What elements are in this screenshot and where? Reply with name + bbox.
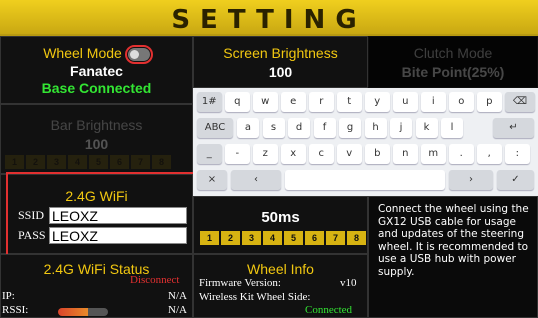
firmware-value: v10	[340, 277, 357, 289]
key-n[interactable]: n	[393, 144, 418, 164]
bar-brightness-value: 100	[84, 136, 109, 152]
wheel-info-title: Wheel Info	[247, 261, 314, 277]
cursor-left-key[interactable]: ‹	[231, 170, 281, 190]
base-status: Base Connected	[41, 80, 152, 96]
key-c[interactable]: c	[309, 144, 334, 164]
confirm-key[interactable]: ✓	[497, 170, 534, 190]
delay-step-5[interactable]: 5	[284, 231, 303, 245]
delay-steps[interactable]: 123456789	[200, 231, 387, 245]
key-dash[interactable]: -	[225, 144, 250, 164]
key-y[interactable]: y	[365, 92, 390, 112]
symbols-key[interactable]: 1#	[197, 92, 222, 112]
firmware-label: Firmware Version:	[199, 277, 281, 289]
wifi-status-state: Disconnect	[130, 274, 180, 286]
bar-brightness-step-7[interactable]: 7	[131, 155, 150, 169]
key-b[interactable]: b	[365, 144, 390, 164]
key-o[interactable]: o	[449, 92, 474, 112]
key-t[interactable]: t	[337, 92, 362, 112]
delay-panel[interactable]: 50ms 123456789	[193, 196, 387, 254]
key-comma[interactable]: ,	[477, 144, 502, 164]
key-e[interactable]: e	[281, 92, 306, 112]
wheel-mode-toggle[interactable]	[124, 44, 153, 64]
wheel-mode-panel[interactable]: Wheel Mode Fanatec Base Connected	[0, 36, 193, 104]
delay-step-6[interactable]: 6	[305, 231, 324, 245]
rssi-label: RSSI:	[2, 304, 29, 316]
key-z[interactable]: z	[253, 144, 278, 164]
key-f[interactable]: f	[313, 118, 336, 138]
key-a[interactable]: a	[237, 118, 259, 138]
delay-step-7[interactable]: 7	[326, 231, 345, 245]
delay-step-8[interactable]: 8	[347, 231, 366, 245]
page-title: SETTING	[171, 5, 367, 35]
key-period[interactable]: .	[449, 144, 474, 164]
clutch-mode-label: Clutch Mode	[413, 45, 493, 61]
key-l[interactable]: l	[441, 118, 463, 138]
close-keyboard-key[interactable]: ×	[197, 170, 227, 190]
bar-brightness-step-6[interactable]: 6	[110, 155, 129, 169]
info-text: Connect the wheel using the GX12 USB cab…	[378, 203, 529, 278]
key-h[interactable]: h	[364, 118, 387, 138]
key-p[interactable]: p	[477, 92, 502, 112]
key-d[interactable]: d	[288, 118, 310, 138]
bar-brightness-step-2[interactable]: 2	[26, 155, 45, 169]
cursor-right-key[interactable]: ›	[449, 170, 493, 190]
key-colon[interactable]: :	[505, 144, 530, 164]
delay-value: 50ms	[261, 209, 300, 226]
key-k[interactable]: k	[415, 118, 438, 138]
key-underscore[interactable]: _	[197, 144, 222, 164]
bar-brightness-steps[interactable]: 12345678	[5, 155, 171, 169]
rssi-value: N/A	[168, 304, 187, 316]
bar-brightness-panel[interactable]: Bar Brightness 100 12345678	[0, 104, 193, 174]
backspace-key[interactable]: ⌫	[505, 92, 535, 112]
enter-key[interactable]: ↵	[493, 118, 534, 138]
wheel-mode-value: Fanatec	[70, 63, 123, 79]
key-u[interactable]: u	[393, 92, 418, 112]
screen-brightness-label: Screen Brightness	[223, 45, 338, 61]
rssi-meter	[58, 308, 108, 316]
ip-value: N/A	[168, 290, 187, 302]
bar-brightness-step-8[interactable]: 8	[152, 155, 171, 169]
key-x[interactable]: x	[281, 144, 306, 164]
key-w[interactable]: w	[253, 92, 278, 112]
key-g[interactable]: g	[339, 118, 361, 138]
wheel-mode-label: Wheel Mode	[43, 45, 122, 61]
delay-step-4[interactable]: 4	[263, 231, 282, 245]
wheel-side-value: Connected	[305, 304, 353, 316]
delay-step-2[interactable]: 2	[221, 231, 240, 245]
ip-label: IP:	[2, 290, 15, 302]
key-s[interactable]: s	[262, 118, 285, 138]
key-j[interactable]: j	[390, 118, 412, 138]
bar-brightness-step-3[interactable]: 3	[47, 155, 66, 169]
title-bar: SETTING	[0, 0, 538, 35]
space-key[interactable]	[285, 170, 445, 190]
bar-brightness-label: Bar Brightness	[50, 117, 143, 133]
key-q[interactable]: q	[225, 92, 250, 112]
abc-key[interactable]: ABC	[197, 118, 233, 138]
key-i[interactable]: i	[421, 92, 446, 112]
clutch-mode-panel[interactable]: Clutch Mode Bite Point(25%)	[368, 36, 538, 88]
delay-step-1[interactable]: 1	[200, 231, 219, 245]
key-m[interactable]: m	[421, 144, 446, 164]
wheel-side-label: Wireless Kit Wheel Side:	[199, 291, 311, 303]
bar-brightness-step-4[interactable]: 4	[68, 155, 87, 169]
screen-brightness-value: 100	[268, 64, 293, 80]
bar-brightness-step-1[interactable]: 1	[5, 155, 24, 169]
screen-brightness-panel[interactable]: Screen Brightness 100	[193, 36, 368, 88]
delay-step-3[interactable]: 3	[242, 231, 261, 245]
bar-brightness-step-5[interactable]: 5	[89, 155, 108, 169]
key-r[interactable]: r	[309, 92, 334, 112]
clutch-mode-value: Bite Point(25%)	[401, 64, 505, 80]
onscreen-keyboard: 1# q w e r t y u i o p ⌫ ABC a s d f g h j k l ↵ _ - z x c v b n m.,: × ‹…	[193, 88, 538, 196]
key-v[interactable]: v	[337, 144, 362, 164]
